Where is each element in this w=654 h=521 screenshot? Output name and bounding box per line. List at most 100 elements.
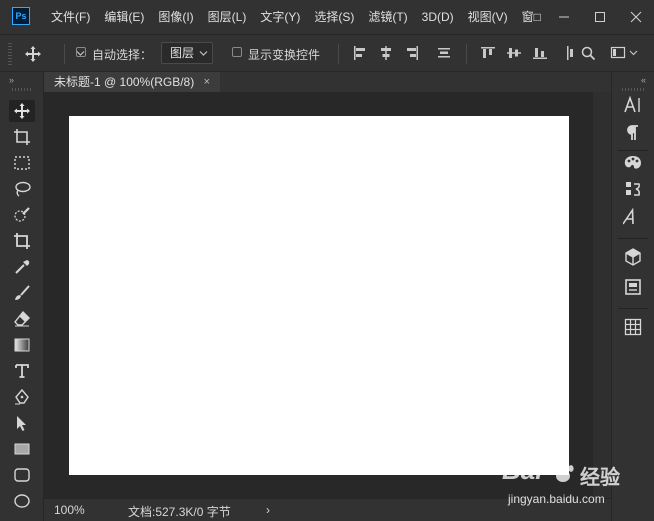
type-tool[interactable] <box>9 360 35 382</box>
menu-select[interactable]: 选择(S) <box>307 0 361 34</box>
rectangle-icon <box>14 443 30 455</box>
auto-select-label: 自动选择： <box>92 48 153 62</box>
move-tool-icon[interactable] <box>24 45 42 63</box>
window-controls <box>546 0 654 34</box>
minimize-icon <box>559 16 569 18</box>
auto-select-checkbox[interactable] <box>76 47 86 57</box>
rectangle-tool[interactable] <box>9 438 35 460</box>
auto-select-target-value: 图层 <box>170 46 195 60</box>
baidu-watermark: Bai 经验 jingyan.baidu.com <box>500 455 650 515</box>
photoshop-window: Ps 文件(F) 编辑(E) 图像(I) 图层(L) 文字(Y) 选择(S) 滤… <box>0 0 654 521</box>
panel-grip[interactable] <box>622 88 644 91</box>
brush-icon <box>15 285 30 300</box>
grid-panel[interactable] <box>621 316 645 338</box>
move-icon <box>14 103 30 119</box>
glyphs-panel[interactable] <box>621 206 645 228</box>
palette-icon <box>624 156 641 169</box>
ellipse-tool[interactable] <box>9 490 35 512</box>
gradient-tool[interactable] <box>9 334 35 356</box>
separator <box>338 44 339 64</box>
gradient-icon <box>14 338 30 352</box>
distribute-vertical-icon[interactable] <box>436 45 452 61</box>
align-right-icon[interactable] <box>404 45 420 61</box>
vertical-scrollbar[interactable] <box>593 92 611 498</box>
lasso-tool[interactable] <box>9 178 35 200</box>
close-button[interactable] <box>618 0 654 34</box>
menu-list: 文件(F) 编辑(E) 图像(I) 图层(L) 文字(Y) 选择(S) 滤镜(T… <box>44 0 548 34</box>
menu-bar: Ps 文件(F) 编辑(E) 图像(I) 图层(L) 文字(Y) 选择(S) 滤… <box>0 0 654 34</box>
ellipse-icon <box>14 494 30 508</box>
show-transform-label: 显示变换控件 <box>248 48 321 62</box>
menu-edit[interactable]: 编辑(E) <box>97 0 151 34</box>
maximize-button[interactable] <box>582 0 618 34</box>
minimize-button[interactable] <box>546 0 582 34</box>
tools-panel: » <box>0 72 44 521</box>
collapse-left-icon[interactable]: » <box>9 75 14 85</box>
maximize-icon <box>595 12 605 22</box>
path-select-icon <box>17 416 26 431</box>
zoom-level[interactable]: 100% <box>54 503 85 517</box>
menu-view[interactable]: 视图(V) <box>461 0 515 34</box>
align-hcenter-icon[interactable] <box>378 45 394 61</box>
close-icon <box>630 11 642 23</box>
crop-icon <box>14 233 30 249</box>
menu-image[interactable]: 图像(I) <box>151 0 200 34</box>
pen-tool[interactable] <box>9 386 35 408</box>
menu-type[interactable]: 文字(Y) <box>253 0 307 34</box>
auto-select-target-dropdown[interactable]: 图层 <box>161 42 213 64</box>
search-icon[interactable] <box>580 45 596 61</box>
tools-grip[interactable] <box>12 88 32 91</box>
menu-file[interactable]: 文件(F) <box>44 0 97 34</box>
align-bottom-icon[interactable] <box>532 45 548 61</box>
rounded-rect-tool[interactable] <box>9 464 35 486</box>
3d-cube-icon <box>625 248 641 266</box>
3d-panel[interactable] <box>621 246 645 268</box>
align-vcenter-icon[interactable] <box>506 45 522 61</box>
document-tab-strip: 未标题-1 @ 100%(RGB/8) × <box>44 72 611 92</box>
history-panel[interactable] <box>621 178 645 200</box>
show-transform-checkbox[interactable] <box>232 47 242 57</box>
eyedropper-tool[interactable] <box>9 256 35 278</box>
history-icon <box>626 182 640 196</box>
collapse-right-icon[interactable]: « <box>641 75 646 85</box>
menu-filter[interactable]: 滤镜(T) <box>361 0 414 34</box>
color-swatch-panel[interactable] <box>621 152 645 174</box>
properties-panel[interactable] <box>621 276 645 298</box>
options-grip[interactable] <box>8 43 12 65</box>
align-left-icon[interactable] <box>352 45 368 61</box>
distribute-icon[interactable] <box>566 45 574 61</box>
menu-3d[interactable]: 3D(D) <box>415 0 461 34</box>
align-top-icon[interactable] <box>480 45 496 61</box>
status-more-icon[interactable]: › <box>266 503 270 517</box>
glyphs-icon <box>623 207 634 225</box>
brush-tool[interactable] <box>9 282 35 304</box>
pen-icon <box>15 388 29 405</box>
character-panel-icon <box>624 95 640 113</box>
panel-separator <box>618 238 648 239</box>
document-tab[interactable]: 未标题-1 @ 100%(RGB/8) × <box>44 72 220 92</box>
quick-select-icon <box>14 207 30 222</box>
close-tab-icon[interactable]: × <box>204 72 210 92</box>
artboard-tool[interactable] <box>9 126 35 148</box>
menu-layer[interactable]: 图层(L) <box>201 0 254 34</box>
path-select-tool[interactable] <box>9 412 35 434</box>
workspace-icon[interactable] <box>610 45 640 61</box>
paragraph-panel-icon <box>627 125 638 140</box>
separator <box>466 44 467 64</box>
paragraph-panel[interactable] <box>621 122 645 144</box>
character-panel[interactable] <box>621 94 645 116</box>
move-tool[interactable] <box>9 100 35 122</box>
eraser-icon <box>14 310 30 327</box>
crop-tool[interactable] <box>9 230 35 252</box>
watermark-url: jingyan.baidu.com <box>508 492 605 506</box>
watermark-brand-2: 经验 <box>580 467 620 489</box>
document-canvas[interactable] <box>69 116 569 475</box>
eraser-tool[interactable] <box>9 308 35 330</box>
marquee-tool[interactable] <box>9 152 35 174</box>
panel-dock: « <box>611 72 654 521</box>
menu-window[interactable]: 窗□ <box>515 0 548 34</box>
type-icon <box>15 364 29 378</box>
panel-separator <box>618 308 648 309</box>
quick-select-tool[interactable] <box>9 204 35 226</box>
eyedropper-icon <box>15 260 30 274</box>
